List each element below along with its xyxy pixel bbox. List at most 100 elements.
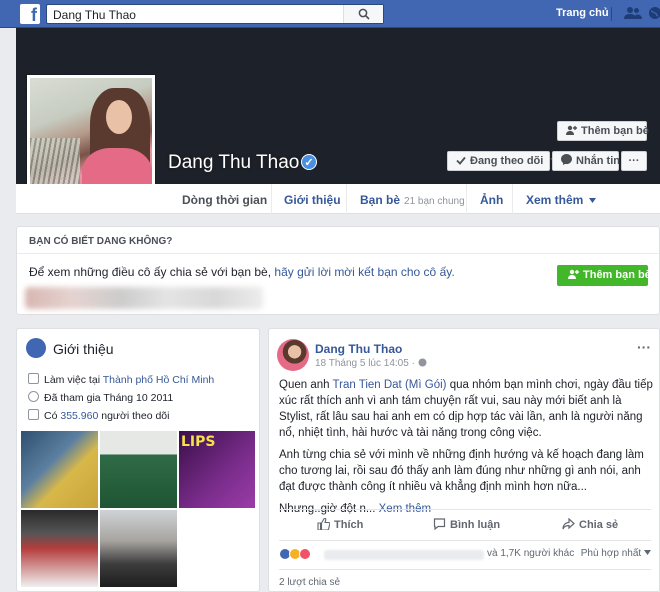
comment-sort-dropdown[interactable]: Phù hợp nhất [581,548,651,559]
lips-photo-text: LIPS [181,434,216,450]
intro-card: Giới thiệu Làm việc tại Thành phố Hồ Chí… [16,328,260,592]
post-body: Quen anh Tran Tien Dat (Mì Gói) qua nhóm… [279,377,653,523]
add-friend-green-label: Thêm bạn bè [583,269,651,281]
timeline-post: Dang Thu Thao 18 Tháng 5 lúc 14:05 · ···… [268,328,660,592]
add-friend-button[interactable]: Thêm bạn bè [557,121,649,141]
friend-request-prompt: BẠN CÓ BIẾT DANG KHÔNG? Để xem những điề… [16,226,660,315]
followers-prefix: Có [44,410,58,422]
intro-title: Giới thiệu [53,341,114,357]
nav-divider [346,184,347,214]
comment-label: Bình luận [450,519,501,531]
tab-more-label: Xem thêm [526,193,584,207]
comment-button[interactable]: Bình luận [433,518,500,531]
following-label: Đang theo dõi [470,155,544,167]
search-value[interactable]: Dang Thu Thao [53,8,136,22]
profile-nav: Dòng thời gian Giới thiệu Bạn bè 21 bạn c… [16,184,660,214]
post-text: Quen anh [279,379,330,391]
add-friend-icon [568,269,579,279]
tab-timeline[interactable]: Dòng thời gian [182,193,267,207]
thumbs-up-icon [317,517,331,531]
share-label: Chia sẻ [579,519,619,531]
tab-about[interactable]: Giới thiệu [284,193,341,207]
share-count[interactable]: 2 lượt chia sẻ [279,577,340,588]
facebook-logo[interactable]: f [20,4,40,24]
post-divider [279,509,651,510]
topbar-divider [611,7,612,21]
blurred-mutual-friends [25,287,263,309]
tab-friends-label: Bạn bè [360,193,401,207]
tab-more[interactable]: Xem thêm [526,193,597,207]
post-options-button[interactable]: ··· [637,339,651,355]
home-link[interactable]: Trang chủ [556,7,609,19]
add-friend-icon [566,125,577,135]
like-label: Thích [334,519,364,531]
check-icon [456,156,466,165]
nav-divider [512,184,513,214]
top-bar: f Dang Thu Thao Trang chủ [0,0,660,28]
post-paragraph: Anh từng chia sẻ với mình về những định … [279,449,644,493]
message-button[interactable]: Nhắn tin [552,151,620,171]
intro-joined: Đã tham gia Tháng 10 2011 [28,391,173,404]
reaction-count[interactable]: và 1,7K người khác [487,548,574,559]
search-icon [358,8,370,20]
share-button[interactable]: Chia sẻ [562,517,619,531]
friend-requests-icon[interactable] [624,6,642,20]
add-friend-green-button[interactable]: Thêm bạn bè [557,265,651,286]
more-options-button[interactable]: ··· [621,151,647,171]
intro-photo[interactable]: LIPS [178,430,256,509]
profile-photo-image [30,78,152,200]
chevron-down-icon [644,550,651,555]
nav-divider [466,184,467,214]
sort-label: Phù hợp nhất [580,548,642,559]
verified-badge-icon: ✓ [301,154,317,170]
prompt-message: Để xem những điều cô ấy chia sẻ với bạn … [29,265,272,279]
love-reaction-icon [299,548,311,560]
intro-photo[interactable] [20,509,99,588]
post-author[interactable]: Dang Thu Thao [315,342,402,356]
work-place-link[interactable]: Thành phố Hồ Chí Minh [103,374,214,386]
globe-icon [26,338,46,358]
tagged-person-link[interactable]: Tran Tien Dat (Mì Gói) [333,379,447,391]
profile-name[interactable]: Dang Thu Thao [168,152,299,174]
intro-photo[interactable] [99,509,178,588]
post-timestamp[interactable]: 18 Tháng 5 lúc 14:05 · [315,358,427,369]
chevron-down-icon [589,198,597,203]
followers-icon [28,409,39,420]
post-divider [279,540,651,541]
comment-icon [433,518,446,531]
notifications-globe-icon[interactable] [648,6,660,20]
search-input[interactable]: Dang Thu Thao [46,4,384,24]
intro-photo[interactable] [99,430,178,509]
search-button[interactable] [343,5,383,23]
clock-icon [28,391,39,402]
like-button[interactable]: Thích [317,517,364,531]
prompt-title: BẠN CÓ BIẾT DANG KHÔNG? [29,236,173,247]
send-request-link[interactable]: hãy gửi lời mời kết bạn cho cô ấy. [274,265,454,279]
intro-work: Làm việc tại Thành phố Hồ Chí Minh [28,373,214,386]
post-divider [279,569,651,570]
mutual-friends-count: 21 bạn chung [404,196,465,207]
followers-suffix: người theo dõi [101,410,170,422]
briefcase-icon [28,373,39,384]
post-paragraph: Quen anh Tran Tien Dat (Mì Gói) qua nhóm… [279,377,653,441]
nav-divider [271,184,272,214]
messenger-icon [561,154,572,165]
following-button[interactable]: Đang theo dõi [447,151,558,171]
followers-count-link[interactable]: 355.960 [60,410,98,422]
add-friend-label: Thêm bạn bè [581,125,649,137]
intro-followers: Có 355.960 người theo dõi [28,409,169,422]
post-time-text: 18 Tháng 5 lúc 14:05 [315,358,409,369]
work-prefix: Làm việc tại [44,374,101,386]
tab-friends[interactable]: Bạn bè 21 bạn chung [360,193,465,207]
blurred-names [324,550,484,560]
post-time-separator: · [411,358,415,369]
joined-text: Đã tham gia Tháng 10 2011 [44,392,174,404]
message-label: Nhắn tin [576,155,620,167]
share-icon [562,517,575,530]
prompt-divider [17,253,659,254]
post-avatar[interactable] [277,339,309,371]
prompt-text: Để xem những điều cô ấy chia sẻ với bạn … [29,265,455,279]
intro-photo[interactable] [20,430,99,509]
tab-photos[interactable]: Ảnh [480,193,503,207]
reactions-bar[interactable]: và 1,7K người khác Phù hợp nhất [279,548,651,564]
